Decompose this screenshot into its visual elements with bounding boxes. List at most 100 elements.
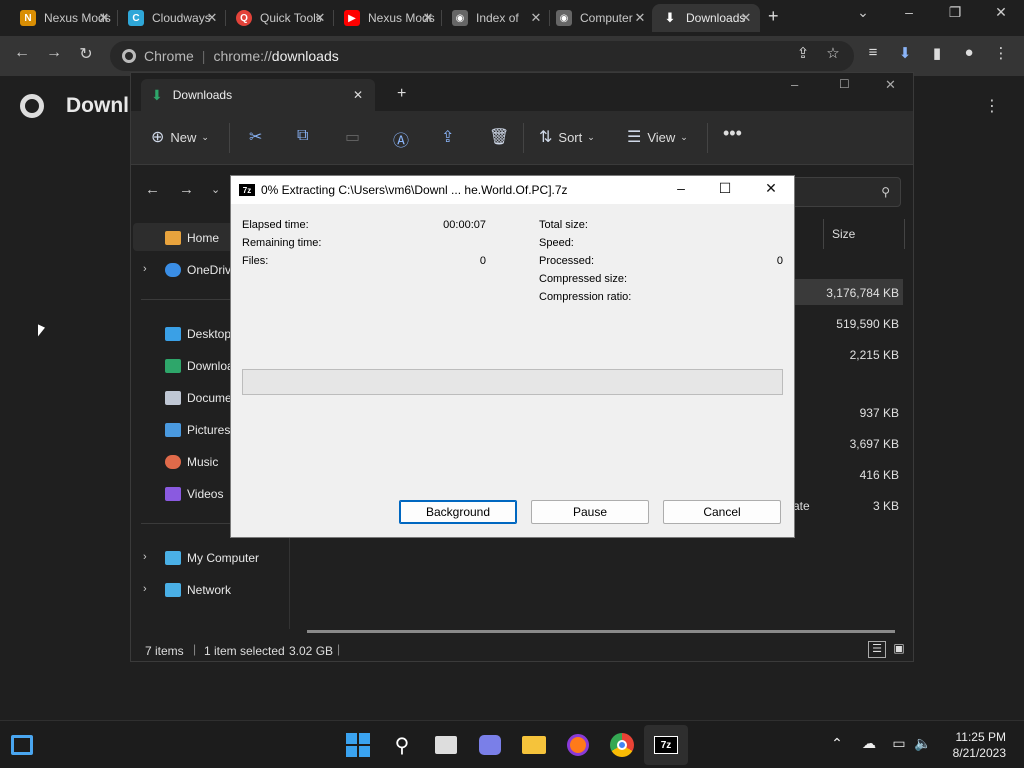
volume-icon[interactable]: 🔈 [912,735,934,752]
download-icon: ⬇ [151,86,163,103]
desktop-icon [165,327,181,341]
file-size-cell: 3 KB [872,499,899,513]
pause-button[interactable]: Pause [531,500,649,524]
reload-icon[interactable]: ↻ [74,44,98,64]
background-button[interactable]: Background [399,500,517,524]
sidebar-item-label: Desktop [187,327,232,341]
search-icon[interactable]: ⚲ [388,731,416,759]
dialog-title: 0% Extracting C:\Users\vm6\Downl ... he.… [261,183,568,197]
details-view-icon[interactable]: ☰ [868,641,886,658]
paste-button[interactable]: ▭ [345,127,366,147]
task-view-icon[interactable] [432,731,460,759]
close-tab-icon[interactable]: ✕ [312,10,328,26]
close-tab-icon[interactable]: ✕ [353,88,363,102]
tiles-view-icon[interactable]: ▣ [891,641,907,658]
reading-list-icon[interactable]: ≡ [862,44,884,61]
cancel-button[interactable]: Cancel [663,500,781,524]
forward-icon[interactable]: → [42,44,66,62]
plus-circle-icon: ⊕ [151,129,165,146]
share-icon[interactable]: ⇪ [792,44,814,62]
close-tab-icon[interactable]: ✕ [96,10,112,26]
status-bar: 7 items | 1 item selected 3.02 GB | ☰ ▣ [131,639,913,661]
minimize-icon[interactable]: – [791,77,798,92]
copy-button[interactable]: ⧉ [297,127,314,145]
onedrive-icon[interactable]: ☁ [858,735,880,752]
chrome-tab-downloads[interactable]: ⬇ Downloads ✕ [652,4,760,32]
bookmark-star-icon[interactable]: ☆ [822,44,844,62]
close-tab-icon[interactable]: ✕ [420,10,436,26]
column-header-size[interactable]: Size [823,219,905,249]
delete-button[interactable]: 🗑 [489,127,515,147]
back-icon[interactable]: ← [145,181,160,198]
chrome-tab-4[interactable]: ▶ Nexus Mods ✕ [334,4,442,32]
omnibox[interactable]: Chrome | chrome://downloads [110,41,854,71]
cloud-icon [165,263,181,277]
compression-ratio-label: Compression ratio: [539,291,632,303]
show-hidden-icons[interactable]: ⌃ [826,735,848,752]
sidebar-item-label: Home [187,231,220,245]
close-tab-icon[interactable]: ✕ [738,10,754,26]
expand-chevron-icon[interactable]: › [143,583,147,595]
more-options-icon[interactable]: ⋮ [984,96,1000,116]
document-icon [165,391,181,405]
files-label: Files: [242,255,269,267]
tab-favicon: C [128,10,144,26]
explorer-tab-downloads[interactable]: ⬇ Downloads ✕ [141,79,375,111]
chrome-tab-3[interactable]: Q Quick Tools ✕ [226,4,334,32]
maximize-icon[interactable]: ☐ [839,77,850,91]
close-tab-icon[interactable]: ✕ [528,10,544,26]
teams-chat-icon[interactable] [476,731,504,759]
new-tab-button[interactable]: + [397,85,406,103]
compressed-size-label: Compressed size: [539,273,628,285]
minimize-icon[interactable]: – [886,4,932,20]
share-button[interactable]: ⇪ [441,127,460,147]
expand-chevron-icon[interactable]: › [143,551,147,563]
tab-search-icon[interactable]: ⌄ [840,4,886,21]
back-icon[interactable]: ← [10,44,34,62]
network-icon[interactable]: ▭ [888,735,910,752]
new-button[interactable]: ⊕ New ⌄ [151,127,209,147]
profile-avatar[interactable]: ● [958,44,980,61]
close-window-icon[interactable]: ✕ [885,77,896,93]
chrome-tab-6[interactable]: ◉ Computer ✕ [546,4,654,32]
sidebar-item-network[interactable]: Network [165,583,287,597]
expand-chevron-icon[interactable]: › [143,263,147,275]
more-options-button[interactable]: ••• [723,123,742,144]
start-button[interactable] [344,731,372,759]
home-icon [165,231,181,245]
close-icon[interactable]: ✕ [751,180,791,197]
horizontal-scrollbar[interactable] [307,630,895,633]
chrome-tab-2[interactable]: C Cloudways ✕ [118,4,226,32]
url-path: downloads [271,48,339,64]
forward-icon[interactable]: → [179,181,194,198]
menu-icon[interactable]: ⋮ [990,44,1012,62]
toolbar-divider [229,123,230,153]
restore-icon[interactable]: ❐ [932,4,978,21]
files-value: 0 [479,255,486,267]
chrome-tab-5[interactable]: ◉ Index of ✕ [442,4,550,32]
system-clock[interactable]: 11:25 PM 8/21/2023 [953,729,1006,761]
sort-button[interactable]: ⇅ Sort ⌄ [539,127,595,147]
firefox-icon[interactable] [564,731,592,759]
recent-locations-icon[interactable]: ⌄ [211,183,220,196]
chrome-icon[interactable] [608,731,636,759]
new-tab-button[interactable]: + [768,6,779,27]
cut-button[interactable]: ✂ [249,127,268,147]
maximize-icon[interactable]: ☐ [705,180,745,197]
downloads-icon[interactable]: ⬇ [894,44,916,62]
rename-button[interactable]: Ⓐ [393,127,415,151]
close-window-icon[interactable]: ✕ [978,4,1024,21]
chrome-tab-1[interactable]: N Nexus Mods ✕ [10,4,118,32]
file-explorer-icon[interactable] [520,731,548,759]
sidebar-item-my-computer[interactable]: My Computer [165,551,287,565]
close-tab-icon[interactable]: ✕ [632,10,648,26]
side-panel-icon[interactable]: ▮ [926,44,948,62]
widgets-icon[interactable] [8,731,36,759]
minimize-icon[interactable]: – [661,180,701,196]
view-button[interactable]: ☰ View ⌄ [627,127,688,147]
7zip-icon[interactable]: 7z [652,731,680,759]
close-tab-icon[interactable]: ✕ [204,10,220,26]
download-icon: ⬇ [664,10,676,25]
chrome-logo-icon [122,49,136,63]
selection-count: 1 item selected [204,644,285,658]
